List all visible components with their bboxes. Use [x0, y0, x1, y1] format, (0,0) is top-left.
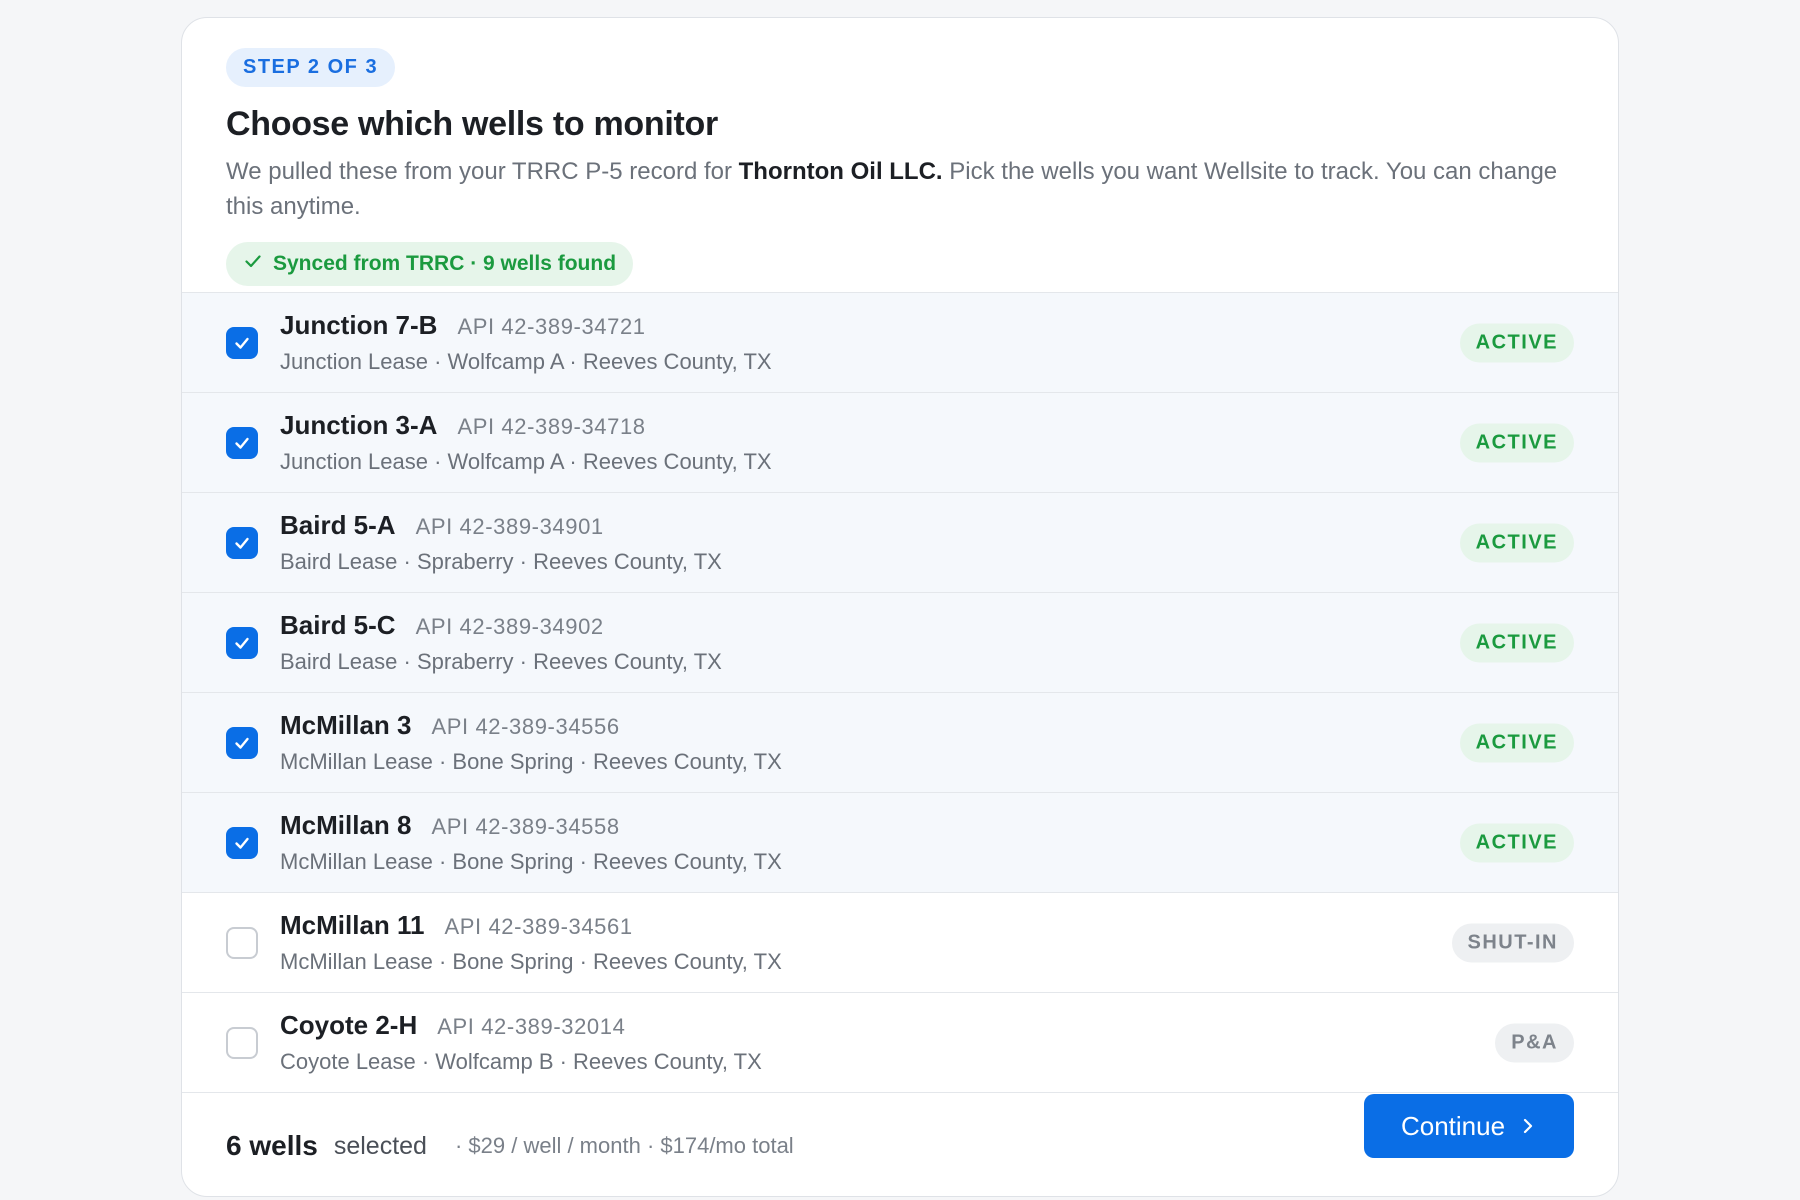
selected-count: 6 wells — [226, 1130, 318, 1161]
checkmark-icon — [232, 833, 252, 853]
well-location: McMillan Lease · Bone Spring · Reeves Co… — [280, 849, 782, 874]
well-api-number: API 42-389-34718 — [457, 414, 646, 439]
well-info: Baird 5-A API 42-389-34901 Baird Lease · S… — [280, 510, 722, 575]
well-info: McMillan 8 API 42-389-34558 McMillan Lease… — [280, 810, 782, 875]
well-title-line: Junction 7-B API 42-389-34721 — [280, 310, 772, 341]
pricing-summary: · $29 / well / month · $174/mo total — [454, 1133, 794, 1158]
well-name: McMillan 11 — [280, 910, 425, 940]
card-header: STEP 2 OF 3 Choose which wells to monito… — [182, 18, 1618, 292]
well-status-badge: P&A — [1495, 1023, 1574, 1062]
checkmark-icon — [232, 733, 252, 753]
well-api-number: API 42-389-34902 — [415, 614, 604, 639]
well-name: Baird 5-C — [280, 610, 396, 640]
well-info: Junction 3-A API 42-389-34718 Junction Lea… — [280, 410, 772, 475]
checkmark-icon — [232, 433, 252, 453]
well-title-line: Baird 5-C API 42-389-34902 — [280, 610, 722, 641]
well-row[interactable]: McMillan 3 API 42-389-34556 McMillan Lease… — [182, 693, 1618, 793]
well-api-number: API 42-389-34901 — [415, 514, 604, 539]
continue-label: Continue — [1400, 1110, 1506, 1141]
well-name: McMillan 8 — [280, 810, 412, 840]
well-row[interactable]: Baird 5-C API 42-389-34902 Baird Lease · S… — [182, 593, 1618, 693]
well-title-line: McMillan 3 API 42-389-34556 — [280, 710, 782, 741]
well-status-badge: ACTIVE — [1459, 623, 1574, 662]
well-location: Baird Lease · Spraberry · Reeves County,… — [280, 649, 722, 674]
page-description: We pulled these from your TRRC P-5 recor… — [226, 154, 1566, 224]
checkmark-icon — [232, 333, 252, 353]
well-title-line: Coyote 2-H API 42-389-32014 — [280, 1010, 762, 1041]
well-title-line: Baird 5-A API 42-389-34901 — [280, 510, 722, 541]
well-api-number: API 42-389-34561 — [444, 914, 633, 939]
selected-label: selected — [333, 1131, 427, 1160]
well-checkbox[interactable] — [226, 726, 258, 759]
well-row[interactable]: Junction 3-A API 42-389-34718 Junction Lea… — [182, 393, 1618, 493]
well-checkbox[interactable] — [226, 426, 258, 459]
well-row[interactable]: Coyote 2-H API 42-389-32014 Coyote Lease ·… — [182, 993, 1618, 1093]
well-checkbox[interactable] — [226, 526, 258, 559]
well-title-line: McMillan 11 API 42-389-34561 — [280, 910, 782, 941]
well-location: McMillan Lease · Bone Spring · Reeves Co… — [280, 949, 782, 974]
well-api-number: API 42-389-34721 — [457, 314, 646, 339]
well-name: Coyote 2-H — [280, 1010, 418, 1040]
well-location: Baird Lease · Spraberry · Reeves County,… — [280, 549, 722, 574]
well-name: Baird 5-A — [280, 510, 396, 540]
well-api-number: API 42-389-32014 — [437, 1014, 626, 1039]
well-checkbox[interactable] — [226, 626, 258, 659]
well-row[interactable]: Junction 7-B API 42-389-34721 Junction Lea… — [182, 293, 1618, 393]
well-status-badge: SHUT-IN — [1451, 923, 1574, 962]
step-indicator: STEP 2 OF 3 — [226, 48, 396, 87]
well-status-badge: ACTIVE — [1459, 723, 1574, 762]
well-row[interactable]: Baird 5-A API 42-389-34901 Baird Lease · S… — [182, 493, 1618, 593]
well-row[interactable]: McMillan 8 API 42-389-34558 McMillan Lease… — [182, 793, 1618, 893]
well-info: Coyote 2-H API 42-389-32014 Coyote Lease ·… — [280, 1010, 762, 1075]
well-checkbox[interactable] — [226, 1026, 258, 1059]
sync-status-text: Synced from TRRC · 9 wells found — [273, 252, 617, 275]
check-icon — [243, 251, 263, 277]
well-name: Junction 7-B — [280, 310, 438, 340]
well-info: Baird 5-C API 42-389-34902 Baird Lease · S… — [280, 610, 722, 675]
well-checkbox[interactable] — [226, 326, 258, 359]
chevron-right-icon — [1519, 1111, 1537, 1142]
well-status-badge: ACTIVE — [1459, 823, 1574, 862]
well-title-line: Junction 3-A API 42-389-34718 — [280, 410, 772, 441]
well-checkbox[interactable] — [226, 826, 258, 859]
well-info: McMillan 3 API 42-389-34556 McMillan Lease… — [280, 710, 782, 775]
operator-name: Thornton Oil LLC. — [738, 158, 943, 185]
well-status-badge: ACTIVE — [1459, 323, 1574, 362]
well-name: McMillan 3 — [280, 710, 412, 740]
description-lead: We pulled these from your TRRC P-5 recor… — [226, 158, 732, 185]
page-title: Choose which wells to monitor — [226, 105, 718, 143]
selection-footer: 6 wells selected · $29 / well / month · … — [182, 1094, 1618, 1196]
continue-button[interactable]: Continue — [1364, 1094, 1574, 1158]
well-info: Junction 7-B API 42-389-34721 Junction Lea… — [280, 310, 772, 375]
well-list: Junction 7-B API 42-389-34721 Junction Lea… — [182, 292, 1618, 1093]
well-title-line: McMillan 8 API 42-389-34558 — [280, 810, 782, 841]
well-checkbox[interactable] — [226, 926, 258, 959]
well-selection-card: STEP 2 OF 3 Choose which wells to monito… — [181, 17, 1619, 1197]
well-api-number: API 42-389-34556 — [431, 714, 620, 739]
well-location: Junction Lease · Wolfcamp A · Reeves Cou… — [280, 449, 772, 474]
sync-status-badge: Synced from TRRC · 9 wells found — [226, 242, 634, 286]
well-location: Coyote Lease · Wolfcamp B · Reeves Count… — [280, 1049, 762, 1074]
well-info: McMillan 11 API 42-389-34561 McMillan Leas… — [280, 910, 782, 975]
checkmark-icon — [232, 533, 252, 553]
well-location: McMillan Lease · Bone Spring · Reeves Co… — [280, 749, 782, 774]
well-api-number: API 42-389-34558 — [431, 814, 620, 839]
well-status-badge: ACTIVE — [1459, 423, 1574, 462]
well-name: Junction 3-A — [280, 410, 438, 440]
well-location: Junction Lease · Wolfcamp A · Reeves Cou… — [280, 349, 772, 374]
well-row[interactable]: McMillan 11 API 42-389-34561 McMillan Leas… — [182, 893, 1618, 993]
checkmark-icon — [232, 633, 252, 653]
well-status-badge: ACTIVE — [1459, 523, 1574, 562]
